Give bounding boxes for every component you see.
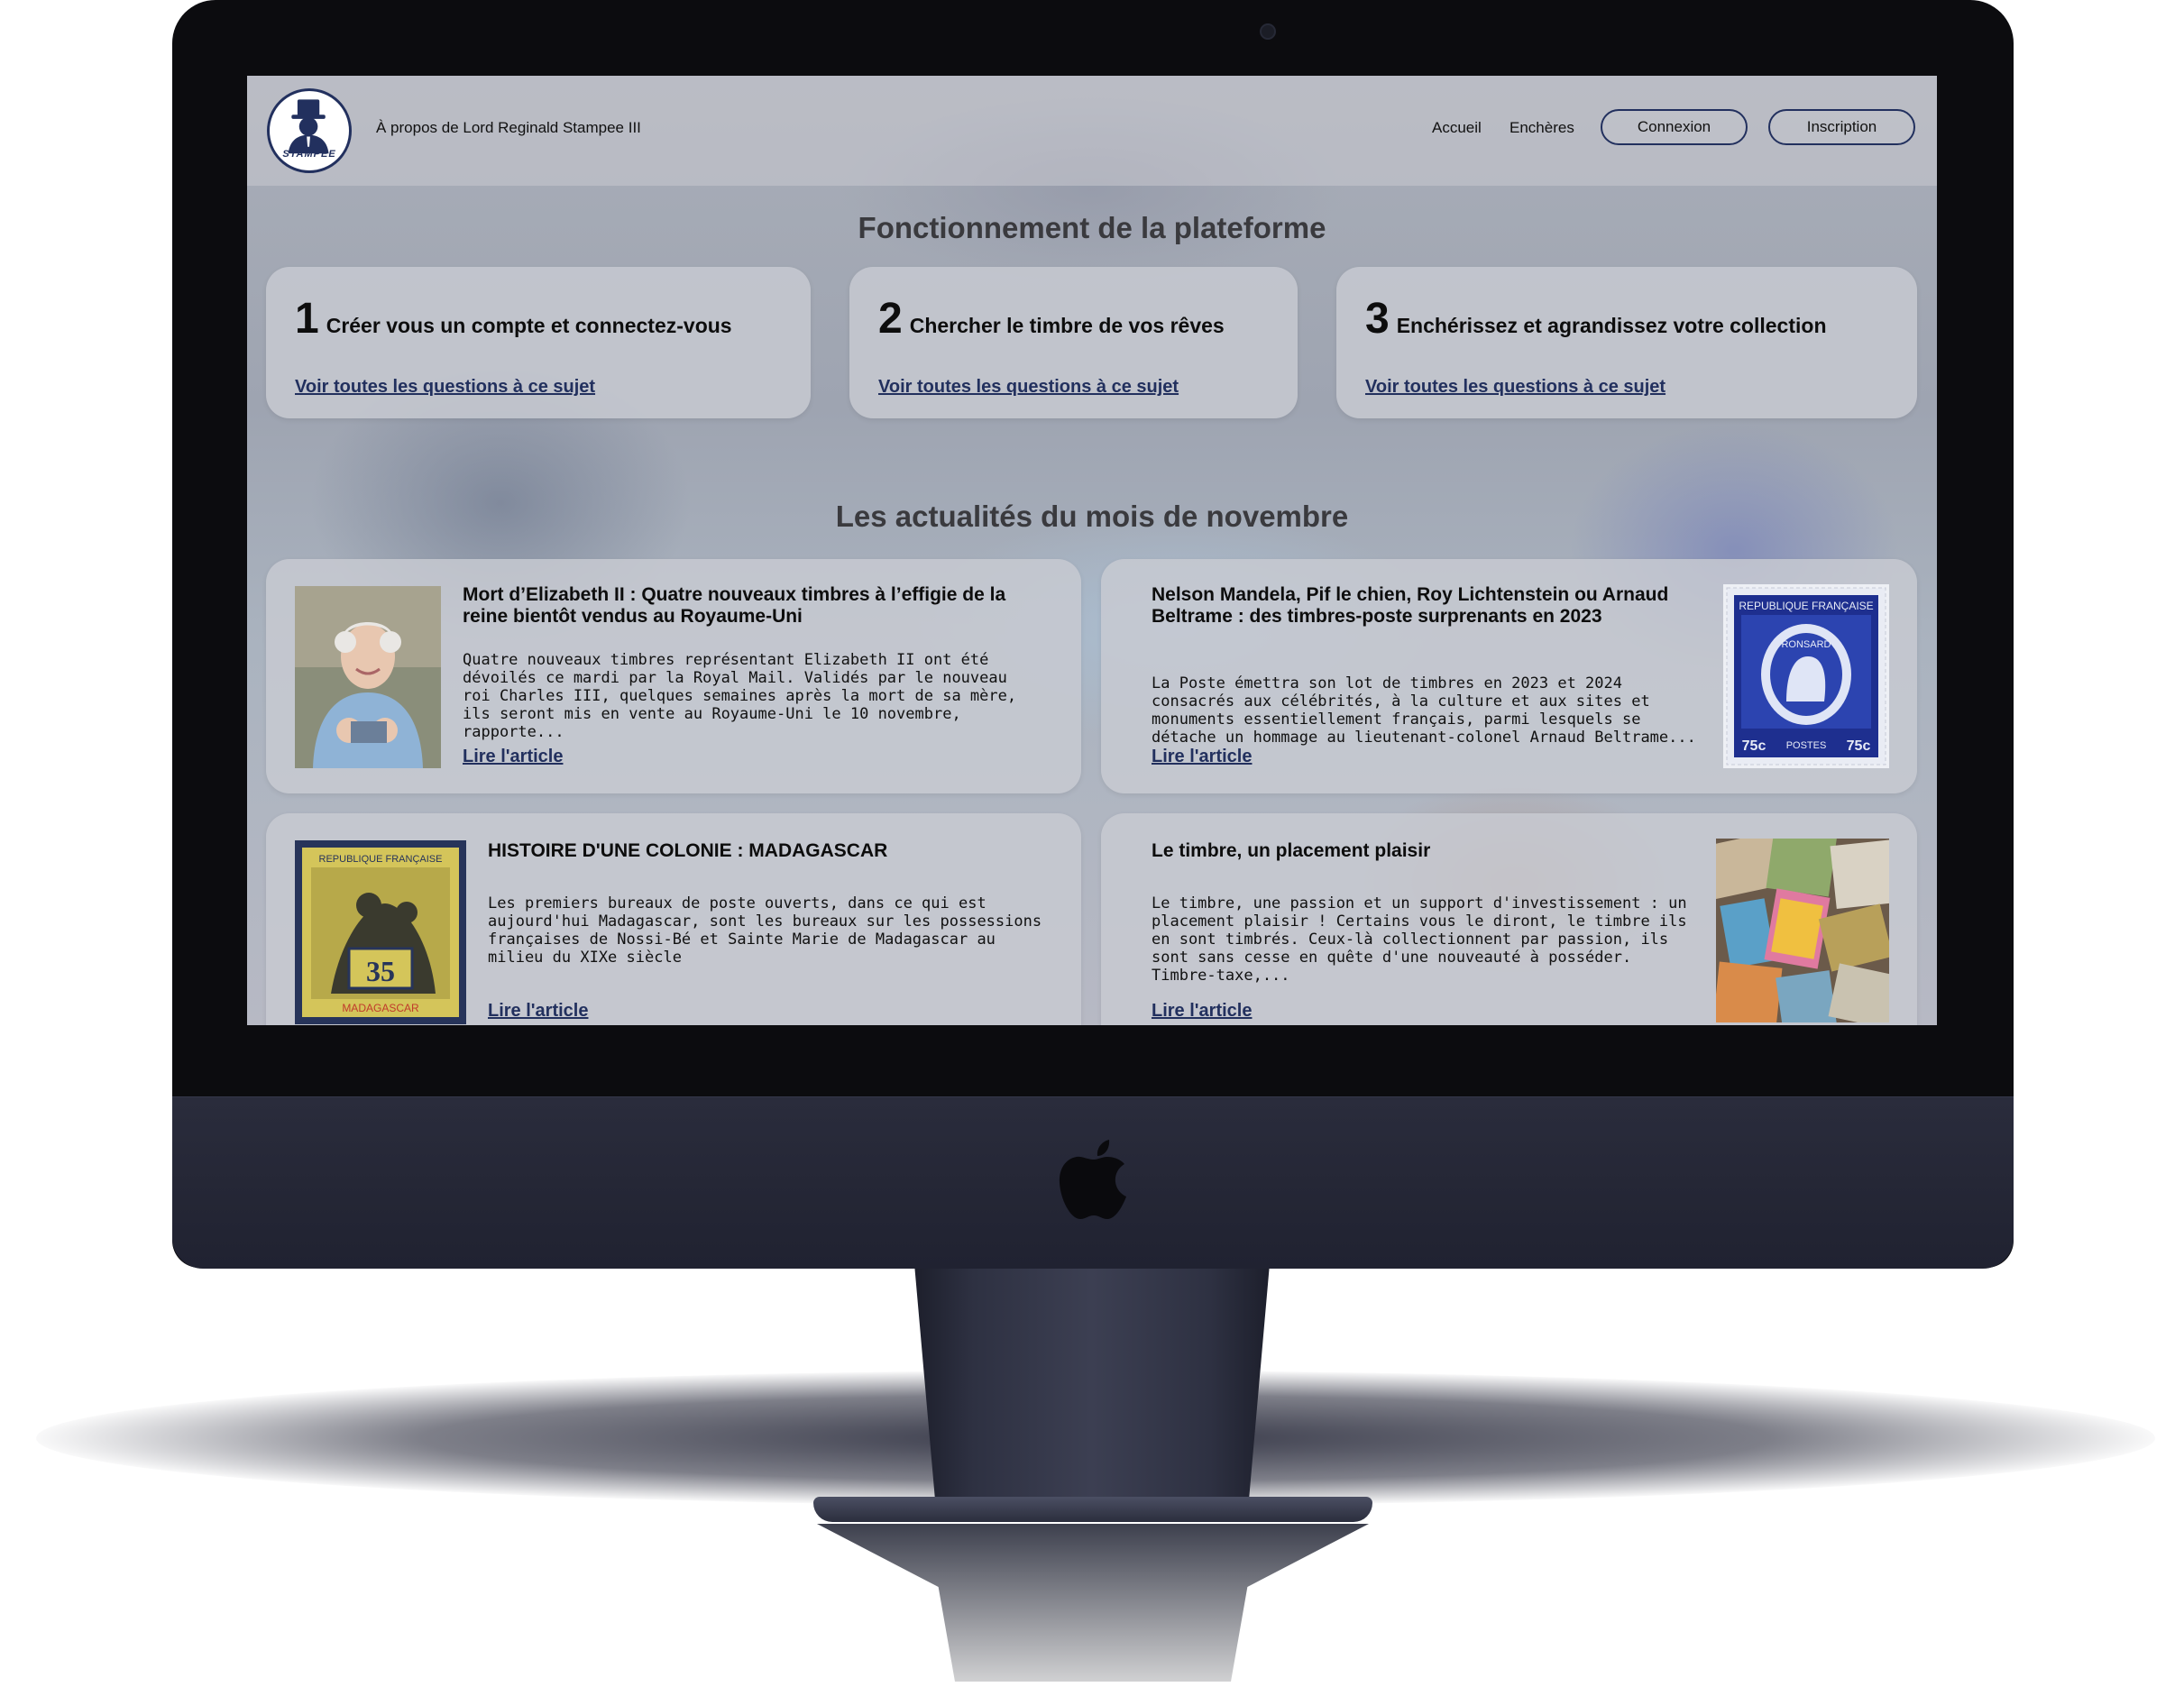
stamp-value-left: 75c [1742,738,1766,754]
news-card: Le timbre, un placement plaisir Le timbr… [1101,813,1917,1025]
nav-accueil[interactable]: Accueil [1432,119,1482,137]
ronsard-stamp-image[interactable]: REPUBLIQUE FRANÇAISE RONSARD 75c 75c POS… [1723,584,1889,768]
website-screen: STAMPEE À propos de Lord Reginald Stampe… [247,76,1937,1025]
step-number: 1 [295,295,319,343]
about-link[interactable]: À propos de Lord Reginald Stampee III [376,119,641,137]
read-article-link[interactable]: Lire l'article [1152,1001,1252,1022]
camera-icon [1260,23,1276,40]
article-title[interactable]: HISTOIRE D'UNE COLONIE : MADAGASCAR [488,840,1047,862]
stamp-value: 35 [366,955,395,987]
stamp-top-text: REPUBLIQUE FRANÇAISE [319,854,443,865]
connexion-button[interactable]: Connexion [1601,109,1748,145]
read-article-link[interactable]: Lire l'article [463,747,563,767]
step-questions-link[interactable]: Voir toutes les questions à ce sujet [1365,377,1666,398]
article-excerpt: Le timbre, une passion et un support d'i… [1152,894,1687,985]
article-title[interactable]: Le timbre, un placement plaisir [1152,840,1693,862]
step-heading: 2 Chercher le timbre de vos rêves [878,294,1225,344]
step-number: 3 [1365,295,1390,343]
read-article-link[interactable]: Lire l'article [1152,747,1252,767]
news-card: Mort d’Elizabeth II : Quatre nouveaux ti… [266,559,1081,793]
news-card: Nelson Mandela, Pif le chien, Roy Lichte… [1101,559,1917,793]
stamp-bottom-text: MADAGASCAR [342,1002,419,1014]
imac-stand [914,1266,1270,1518]
article-excerpt: La Poste émettra son lot de timbres en 2… [1152,674,1696,747]
article-title[interactable]: Mort d’Elizabeth II : Quatre nouveaux ti… [463,584,1040,628]
step-card: 3 Enchérissez et agrandissez votre collec… [1336,267,1917,418]
stamp-top-text: REPUBLIQUE FRANÇAISE [1739,600,1873,612]
nav-encheres[interactable]: Enchères [1510,119,1574,137]
step-text: Enchérissez et agrandissez votre collect… [1396,314,1827,337]
apple-logo-icon [1059,1140,1126,1219]
article-title[interactable]: Nelson Mandela, Pif le chien, Roy Lichte… [1152,584,1702,628]
step-text: Chercher le timbre de vos rêves [909,314,1225,337]
step-card: 2 Chercher le timbre de vos rêves Voir to… [849,267,1298,418]
article-excerpt: Les premiers bureaux de poste ouverts, d… [488,894,1042,967]
stamp-bottom-text: POSTES [1786,740,1827,751]
section-title-actualites: Les actualités du mois de novembre [835,500,1349,533]
site-header: STAMPEE À propos de Lord Reginald Stampe… [247,76,1937,186]
news-card: REPUBLIQUE FRANÇAISE 35 MADAGASCAR HISTO… [266,813,1081,1025]
step-card: 1 Créer vous un compte et connectez-vous … [266,267,811,418]
step-text: Créer vous un compte et connectez-vous [326,314,732,337]
stamp-value-right: 75c [1847,738,1871,754]
step-questions-link[interactable]: Voir toutes les questions à ce sujet [295,377,595,398]
step-questions-link[interactable]: Voir toutes les questions à ce sujet [878,377,1179,398]
imac-stand-base [813,1497,1372,1522]
stamp-collection-photo[interactable] [1716,839,1889,1022]
section-title-fonctionnement: Fonctionnement de la plateforme [858,211,1326,244]
read-article-link[interactable]: Lire l'article [488,1001,588,1022]
stampee-logo[interactable]: STAMPEE [267,88,352,173]
stamp-name-text: RONSARD [1781,639,1831,650]
step-heading: 3 Enchérissez et agrandissez votre collec… [1365,294,1827,344]
inscription-button[interactable]: Inscription [1768,109,1915,145]
step-heading: 1 Créer vous un compte et connectez-vous [295,294,732,344]
madagascar-stamp-image[interactable]: REPUBLIQUE FRANÇAISE 35 MADAGASCAR [295,840,466,1024]
logo-text: STAMPEE [282,149,336,160]
article-excerpt: Quatre nouveaux timbres représentant Eli… [463,651,1017,741]
stand-reflection [817,1524,1369,1682]
step-number: 2 [878,295,903,343]
queen-elizabeth-photo[interactable] [295,586,441,768]
